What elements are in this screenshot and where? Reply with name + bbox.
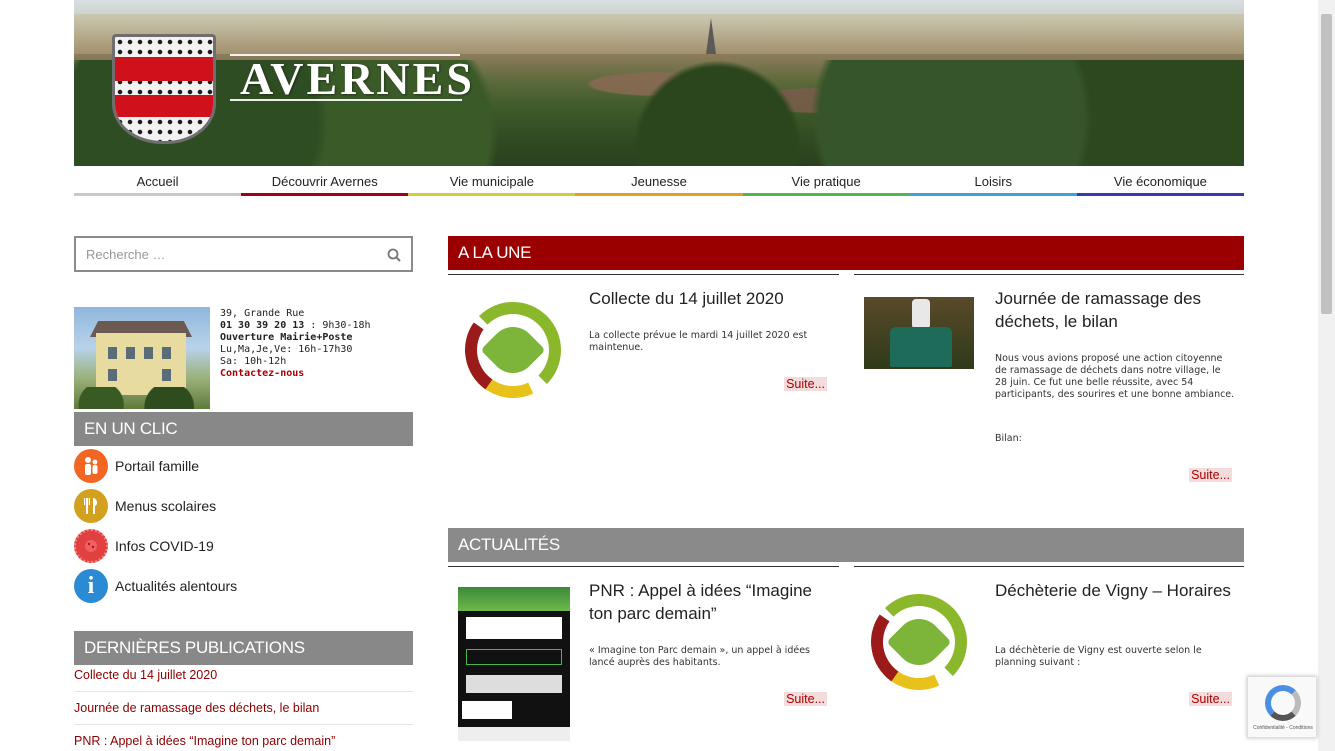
read-more-link[interactable]: Suite... [784, 377, 827, 391]
article-title[interactable]: Collecte du 14 juillet 2020 [589, 287, 829, 310]
nav-item-vie-pratique[interactable]: Vie pratique [742, 166, 910, 196]
title-rule-bottom [230, 99, 462, 101]
nav-item-jeunesse[interactable]: Jeunesse [575, 166, 743, 196]
publication-link[interactable]: Journée de ramassage des déchets, le bil… [74, 701, 413, 725]
nav-item-loisirs[interactable]: Loisirs [909, 166, 1077, 196]
town-hall-photo [74, 307, 210, 409]
quick-link-label: Infos COVID-19 [115, 538, 214, 554]
article-card: Collecte du 14 juillet 2020 La collecte … [448, 274, 839, 504]
phone-hours: : 9h30-18h [304, 320, 371, 331]
nav-item-accueil[interactable]: Accueil [74, 166, 242, 196]
quick-link-label: Portail famille [115, 458, 200, 474]
article-excerpt: La collecte prévue le mardi 14 juillet 2… [589, 330, 808, 353]
phone: 01 30 39 20 13 [220, 320, 305, 331]
publications-list: Collecte du 14 juillet 2020 Journée de r… [74, 668, 413, 751]
article-card: PNR : Appel à idées “Imagine ton parc de… [448, 566, 839, 751]
article-title[interactable]: Déchèterie de Vigny – Horaires [995, 579, 1235, 602]
coat-of-arms-logo[interactable] [112, 34, 216, 144]
publication-link[interactable]: Collecte du 14 juillet 2020 [74, 668, 413, 692]
opening-hours-weekdays: Lu,Ma,Je,Ve: 16h-17h30 [220, 344, 353, 355]
info-icon: i [74, 569, 108, 603]
family-icon [74, 449, 108, 483]
article-title[interactable]: PNR : Appel à idées “Imagine ton parc de… [589, 579, 829, 625]
pnr-poster-thumbnail[interactable] [458, 587, 570, 741]
quick-link-label: Menus scolaires [115, 498, 217, 514]
opening-title: Ouverture Mairie+Poste [220, 332, 353, 343]
opening-hours-saturday: Sa: 10h-12h [220, 356, 287, 367]
search-input[interactable] [76, 238, 366, 270]
article-title[interactable]: Journée de ramassage des déchets, le bil… [995, 287, 1235, 333]
search-box [74, 236, 413, 272]
section-title-dernieres-publications: DERNIÈRES PUBLICATIONS [74, 631, 413, 665]
nav-item-vie-municipale[interactable]: Vie municipale [408, 166, 576, 196]
quick-link-actualites-alentours[interactable]: i Actualités alentours [74, 568, 237, 604]
scrollbar-thumb[interactable] [1321, 14, 1332, 314]
article-excerpt-bilan: Bilan: [995, 433, 1022, 444]
search-icon[interactable] [387, 248, 401, 262]
quick-link-label: Actualités alentours [115, 578, 238, 594]
nav-item-vie-economique[interactable]: Vie économique [1076, 166, 1244, 196]
page-scrollbar[interactable] [1318, 0, 1335, 751]
read-more-link[interactable]: Suite... [1189, 692, 1232, 706]
recaptcha-icon [1265, 685, 1301, 721]
section-title-a-la-une: A LA UNE [448, 236, 1244, 270]
article-card: Journée de ramassage des déchets, le bil… [854, 274, 1244, 504]
recycle-thumbnail[interactable] [857, 580, 981, 704]
article-excerpt: « Imagine ton Parc demain », un appel à … [589, 645, 810, 668]
article-excerpt: Nous vous avions proposé une action cito… [995, 353, 1235, 400]
read-more-link[interactable]: Suite... [1189, 468, 1232, 482]
contact-link[interactable]: Contactez-nous [220, 368, 371, 380]
publication-link[interactable]: PNR : Appel à idées “Imagine ton parc de… [74, 734, 413, 751]
article-card: Déchèterie de Vigny – Horaires La déchèt… [854, 566, 1244, 751]
bin-thumbnail[interactable] [864, 297, 974, 369]
cutlery-icon [74, 489, 108, 523]
nav-item-decouvrir[interactable]: Découvrir Avernes [241, 166, 409, 196]
section-title-actualites: ACTUALITÉS [448, 528, 1244, 562]
address: 39, Grande Rue [220, 308, 305, 319]
section-title-en-un-clic: EN UN CLIC [74, 412, 413, 446]
read-more-link[interactable]: Suite... [784, 692, 827, 706]
article-excerpt: La déchèterie de Vigny est ouverte selon… [995, 645, 1202, 668]
town-hall-info: 39, Grande Rue 01 30 39 20 13 : 9h30-18h… [220, 308, 371, 380]
recycle-thumbnail[interactable] [451, 288, 575, 412]
recaptcha-terms[interactable]: Confidentialité - Conditions [1248, 725, 1318, 731]
quick-link-infos-covid[interactable]: Infos COVID-19 [74, 528, 214, 564]
recaptcha-badge[interactable]: Confidentialité - Conditions [1247, 676, 1317, 738]
main-nav: Accueil Découvrir Avernes Vie municipale… [74, 166, 1244, 196]
virus-icon [74, 529, 108, 563]
quick-link-portail-famille[interactable]: Portail famille [74, 448, 199, 484]
site-title[interactable]: AVERNES [240, 52, 475, 105]
quick-link-menus-scolaires[interactable]: Menus scolaires [74, 488, 216, 524]
